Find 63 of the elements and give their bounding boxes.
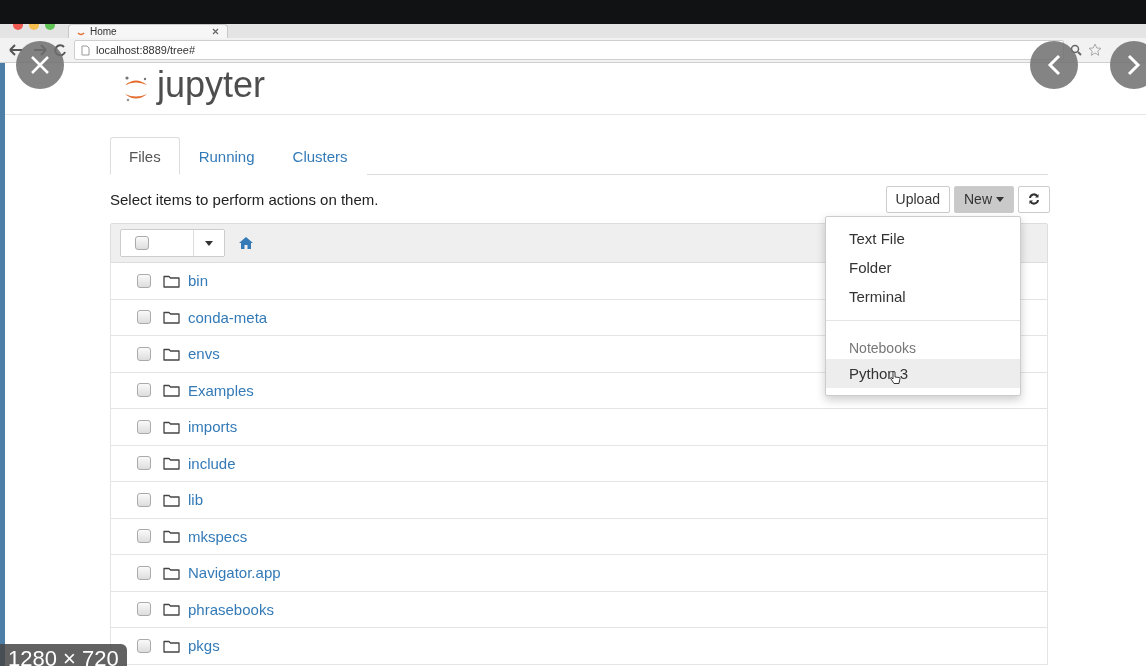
row-checkbox[interactable]: [137, 456, 151, 471]
row-checkbox[interactable]: [137, 492, 151, 507]
folder-link[interactable]: envs: [188, 345, 220, 363]
browser-tab[interactable]: Home: [68, 24, 228, 38]
folder-link[interactable]: bin: [188, 272, 209, 290]
close-button[interactable]: [16, 41, 64, 89]
folder-icon: [163, 638, 180, 653]
row-checkbox[interactable]: [137, 273, 151, 288]
row-checkbox[interactable]: [137, 383, 151, 398]
select-all-checkbox[interactable]: [135, 236, 149, 250]
chevron-left-icon: [1047, 54, 1061, 76]
row-checkbox[interactable]: [137, 419, 151, 434]
folder-link[interactable]: pkgs: [188, 637, 220, 655]
folder-link[interactable]: Navigator.app: [188, 564, 281, 582]
folder-icon: [163, 602, 180, 617]
menu-header: Notebooks: [848, 339, 917, 358]
folder-icon: [163, 346, 180, 361]
folder-icon: [163, 310, 180, 325]
refresh-icon: [1028, 193, 1040, 205]
folder-icon: [163, 565, 180, 580]
folder-link[interactable]: Examples: [188, 381, 254, 399]
row-checkbox[interactable]: [137, 310, 151, 325]
caret-icon: [205, 240, 213, 246]
next-button[interactable]: [1110, 41, 1146, 89]
close-icon: [30, 55, 50, 75]
folder-link[interactable]: imports: [188, 418, 238, 436]
menu-item[interactable]: Terminal: [826, 282, 1020, 311]
url-text: localhost:8889/tree#: [96, 44, 196, 56]
chevron-right-icon: [1127, 54, 1141, 76]
refresh-button[interactable]: [1018, 185, 1050, 213]
folder-link[interactable]: include: [188, 454, 236, 472]
folder-icon: [163, 529, 180, 544]
previous-button[interactable]: [1030, 41, 1078, 89]
row-checkbox[interactable]: [137, 346, 151, 361]
tab[interactable]: Files: [110, 137, 180, 175]
folder-link[interactable]: conda-meta: [188, 308, 268, 326]
folder-icon: [163, 273, 180, 288]
folder-link[interactable]: mkspecs: [188, 527, 248, 545]
logo-text: jupyter: [157, 64, 266, 105]
folder-link[interactable]: lib: [188, 491, 203, 509]
menu-item[interactable]: Text File: [826, 224, 1020, 253]
folder-link[interactable]: phrasebooks: [188, 600, 274, 618]
upload-button[interactable]: Upload: [885, 185, 950, 213]
row-checkbox[interactable]: [137, 565, 151, 580]
row-checkbox[interactable]: [137, 529, 151, 544]
menu-item[interactable]: Folder: [826, 253, 1020, 282]
star-icon[interactable]: [1088, 43, 1102, 57]
zoom-icon[interactable]: [1070, 44, 1082, 56]
hint-text: Select items to perform actions on them.: [110, 190, 379, 208]
home-icon[interactable]: [239, 237, 253, 249]
folder-icon: [163, 456, 180, 471]
image-size-label: 1280 × 720: [0, 644, 127, 666]
row-checkbox[interactable]: [137, 602, 151, 617]
close-tab-icon[interactable]: [212, 28, 219, 35]
caret-icon: [996, 196, 1004, 202]
new-button[interactable]: New: [954, 185, 1014, 213]
page-icon: [81, 44, 90, 56]
folder-icon: [163, 419, 180, 434]
tab-title: Home: [90, 26, 118, 37]
folder-icon: [163, 383, 180, 398]
address-bar[interactable]: localhost:8889/tree#: [74, 40, 1064, 60]
folder-icon: [163, 492, 180, 507]
row-checkbox[interactable]: [137, 638, 151, 653]
